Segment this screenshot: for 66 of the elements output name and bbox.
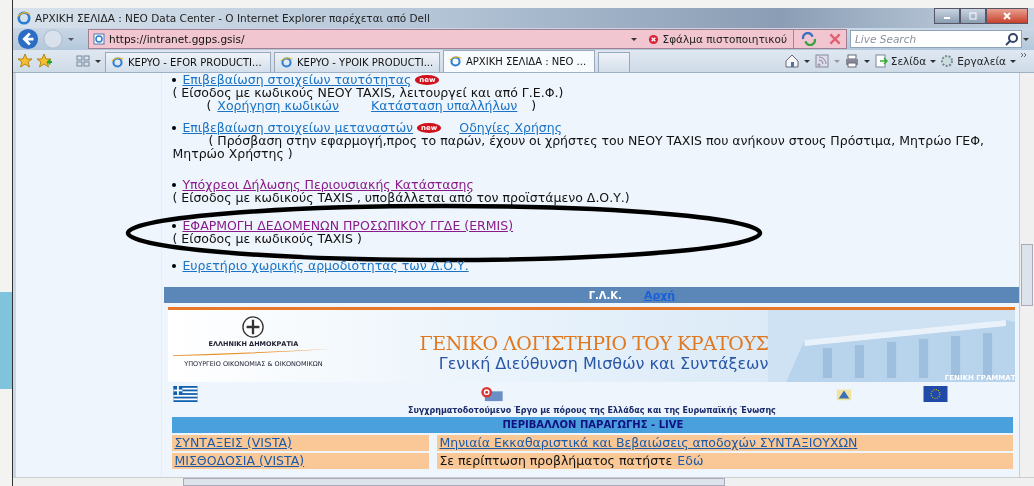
- more-icon[interactable]: [1020, 52, 1028, 60]
- bullet-icon: [172, 125, 177, 130]
- service-note: ( Είσοδος με κωδικούς ΝΕΟΥ TAXIS, λειτουργεί και από Γ.Ε.Φ.): [172, 86, 565, 99]
- bullet-icon: [172, 77, 177, 82]
- instructions-link[interactable]: Οδηγίες Χρήσης: [459, 121, 562, 134]
- browser-tab[interactable]: KEPYO - YPOIK PRODUCTI...: [274, 52, 440, 72]
- maximize-button[interactable]: [960, 8, 986, 24]
- service-note: ( Πρόσβαση στην εφαρμογή,προς το παρών, έχουν οι χρήστες του ΝΕΟΥ TAXIS που ανήκουν στους Πρόστιμα, Μητρώο ΓΕΦ, Μητρώο Χρήστης ): [172, 134, 986, 160]
- browser-tab[interactable]: KEPYO - EFOR PRODUCTI...: [105, 52, 271, 72]
- sub-link[interactable]: Κατάσταση υπαλλήλων: [371, 99, 518, 112]
- dropdown-icon[interactable]: [1009, 57, 1017, 65]
- sub-link[interactable]: Χορήγηση κωδικών: [217, 99, 340, 112]
- address-field[interactable]: https://intranet.ggps.gsis/ Σφάλμα πιστοποιητικού: [88, 29, 847, 49]
- service-link[interactable]: Επιβεβαίωση στοιχείων μεταναστών: [182, 121, 414, 134]
- service-note: ( Είσοδος με κωδικούς TAXIS ): [172, 232, 363, 245]
- service-link[interactable]: Υπόχρεοι Δήλωσης Περιουσιακής Κατάστασης: [182, 178, 474, 191]
- service-link[interactable]: Ευρετήριο χωρικής αρμοδιότητας των Δ.Ο.Υ.: [182, 259, 469, 272]
- here-link[interactable]: Εδώ: [677, 453, 704, 469]
- bullet-icon: [172, 223, 177, 228]
- dropdown-icon[interactable]: [802, 57, 811, 65]
- minimize-button[interactable]: [934, 8, 960, 24]
- emblem-icon: [242, 316, 265, 338]
- dropdown-icon[interactable]: [862, 57, 871, 65]
- page-icon: [93, 33, 105, 45]
- browser-icon: [280, 56, 293, 69]
- cofunding-note: Συγχρηματοδοτούμενο Έργο με πόρους της Ελλάδας και της Ευρωπαϊκής Ένωσης: [407, 404, 777, 417]
- browser-icon: [111, 56, 124, 69]
- service-note: ( Είσοδος με κωδικούς TAXIS , υποβάλλεται από τον προϊστάμενο Δ.Ο.Υ.): [172, 191, 631, 204]
- command-menu-button[interactable]: Σελίδα: [890, 55, 927, 67]
- vertical-scrollbar[interactable]: [1019, 73, 1034, 477]
- banner-title: ΓΕΝΙΚΟ ΛΟΓΙΣΤΗΡΙΟ ΤΟΥ ΚΡΑΤΟΥΣ: [419, 332, 769, 354]
- browser-icon: [449, 55, 462, 68]
- search-field[interactable]: Live Search: [850, 30, 1022, 48]
- eu-flag-icon: [922, 386, 950, 402]
- service-link[interactable]: Επιβεβαίωση στοιχείων ταυτότητας: [182, 73, 412, 86]
- print-icon[interactable]: [843, 53, 860, 69]
- maximize-icon: [968, 11, 978, 21]
- banner-subtitle: Γενική Διεύθυνση Μισθών και Συντάξεων: [438, 354, 769, 373]
- close-icon: [1002, 11, 1012, 21]
- browser-icon: [17, 11, 31, 25]
- email-icon[interactable]: [479, 386, 506, 402]
- horizontal-scrollbar[interactable]: [13, 477, 1034, 486]
- browser-tab[interactable]: ΑΡΧΙΚΗ ΣΕΛΙΔΑ : NEO ...: [443, 50, 595, 72]
- certificate-error-button[interactable]: Σφάλμα πιστοποιητικού: [641, 30, 794, 48]
- command-menu-button[interactable]: Εργαλεία: [957, 55, 1006, 67]
- favorites-star-icon[interactable]: [17, 53, 33, 69]
- service-link[interactable]: ΕΦΑΡΜΟΓΗ ΔΕΔΟΜΕΝΩΝ ΠΡΟΣΩΠΙΚΟΥ ΓΓΔΕ (ERMIS): [182, 219, 513, 232]
- home-icon[interactable]: [783, 53, 800, 69]
- back-button[interactable]: [17, 28, 39, 50]
- window-title: ΑΡΧΙΚΗ ΣΕΛΙΔΑ : NEO Data Center - Ο Internet Explorer παρέχεται από Dell: [35, 12, 430, 24]
- greek-flag-icon: [172, 386, 200, 402]
- dropdown-icon[interactable]: [629, 35, 638, 43]
- bullet-icon: [172, 263, 177, 268]
- dropdown-icon[interactable]: [929, 57, 938, 65]
- dropdown-icon[interactable]: [94, 57, 102, 65]
- bullet-icon: [172, 182, 177, 187]
- nav-label: Γ.Λ.Κ.: [588, 289, 622, 301]
- error-icon: [647, 33, 659, 45]
- parenthesis: ): [531, 99, 537, 112]
- parenthesis: (: [206, 99, 212, 112]
- dropdown-icon[interactable]: [1022, 35, 1030, 43]
- dropdown-icon[interactable]: [67, 35, 75, 43]
- close-button[interactable]: [986, 8, 1028, 24]
- table-header: ΠΕΡΙΒΑΛΛΟΝ ΠΑΡΑΓΩΓΗΣ - LIVE: [172, 417, 1014, 433]
- cell-text: Σε περίπτωση προβλήματος πατήστε: [439, 453, 673, 469]
- add-favorite-icon[interactable]: [36, 53, 52, 69]
